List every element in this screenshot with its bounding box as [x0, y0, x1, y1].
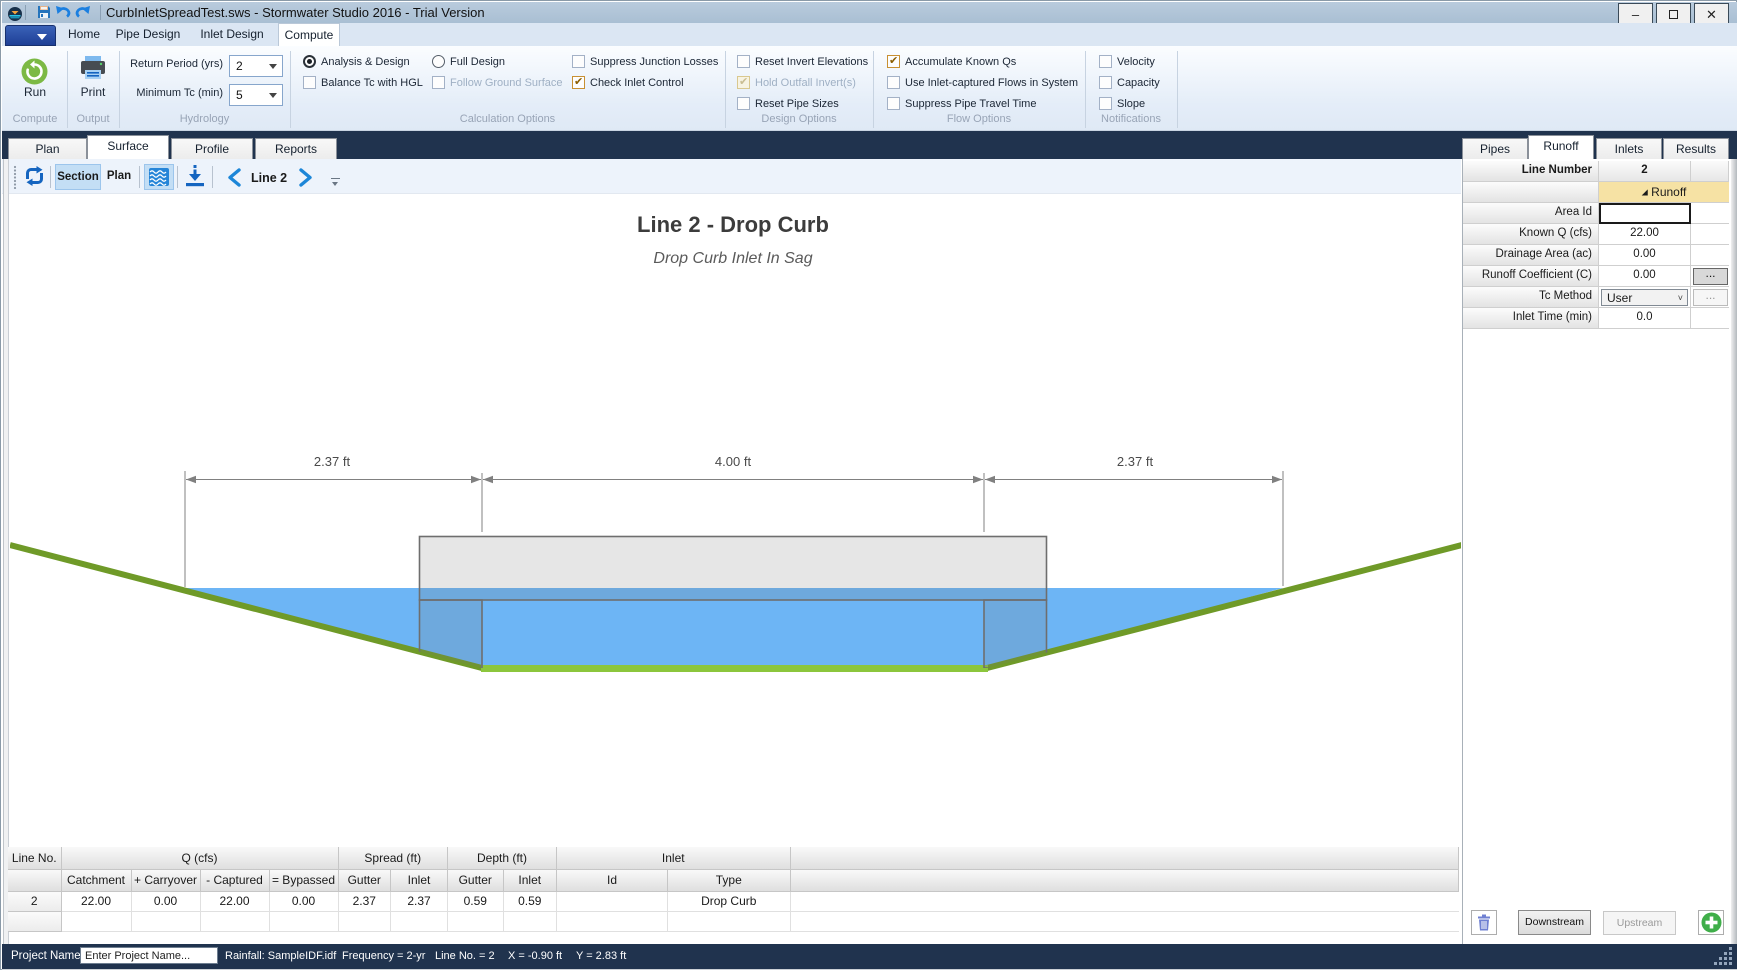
svg-text:2.37 ft: 2.37 ft — [314, 454, 351, 469]
svg-text:2.37 ft: 2.37 ft — [1117, 454, 1154, 469]
svg-text:4.00 ft: 4.00 ft — [715, 454, 752, 469]
svg-text:Drop Curb Inlet In Sag: Drop Curb Inlet In Sag — [653, 250, 812, 267]
svg-text:Line 2 - Drop Curb: Line 2 - Drop Curb — [637, 212, 829, 237]
